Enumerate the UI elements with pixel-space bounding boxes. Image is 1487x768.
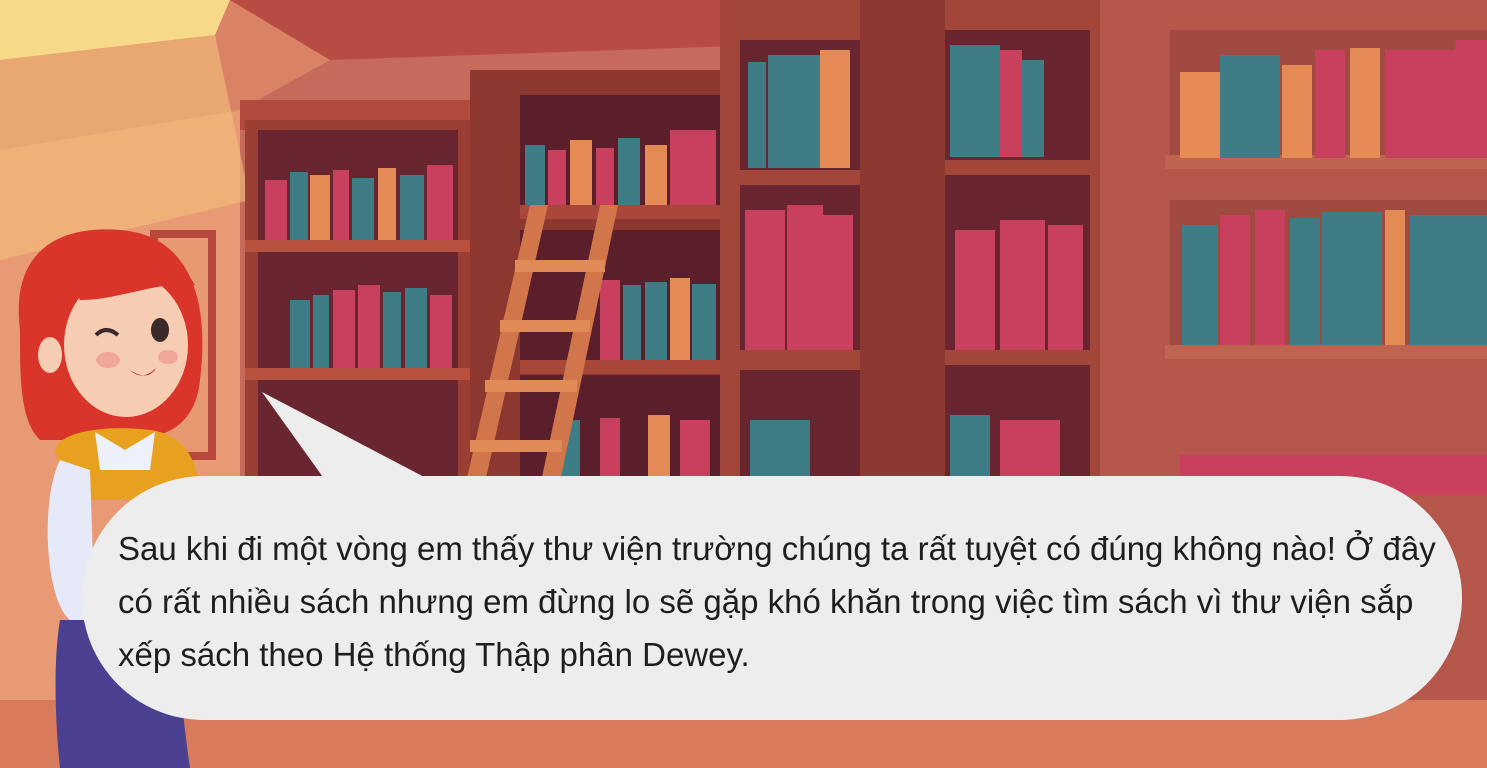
dialog-text: Sau khi đi một vòng em thấy thư viện trư… [118, 530, 1436, 673]
